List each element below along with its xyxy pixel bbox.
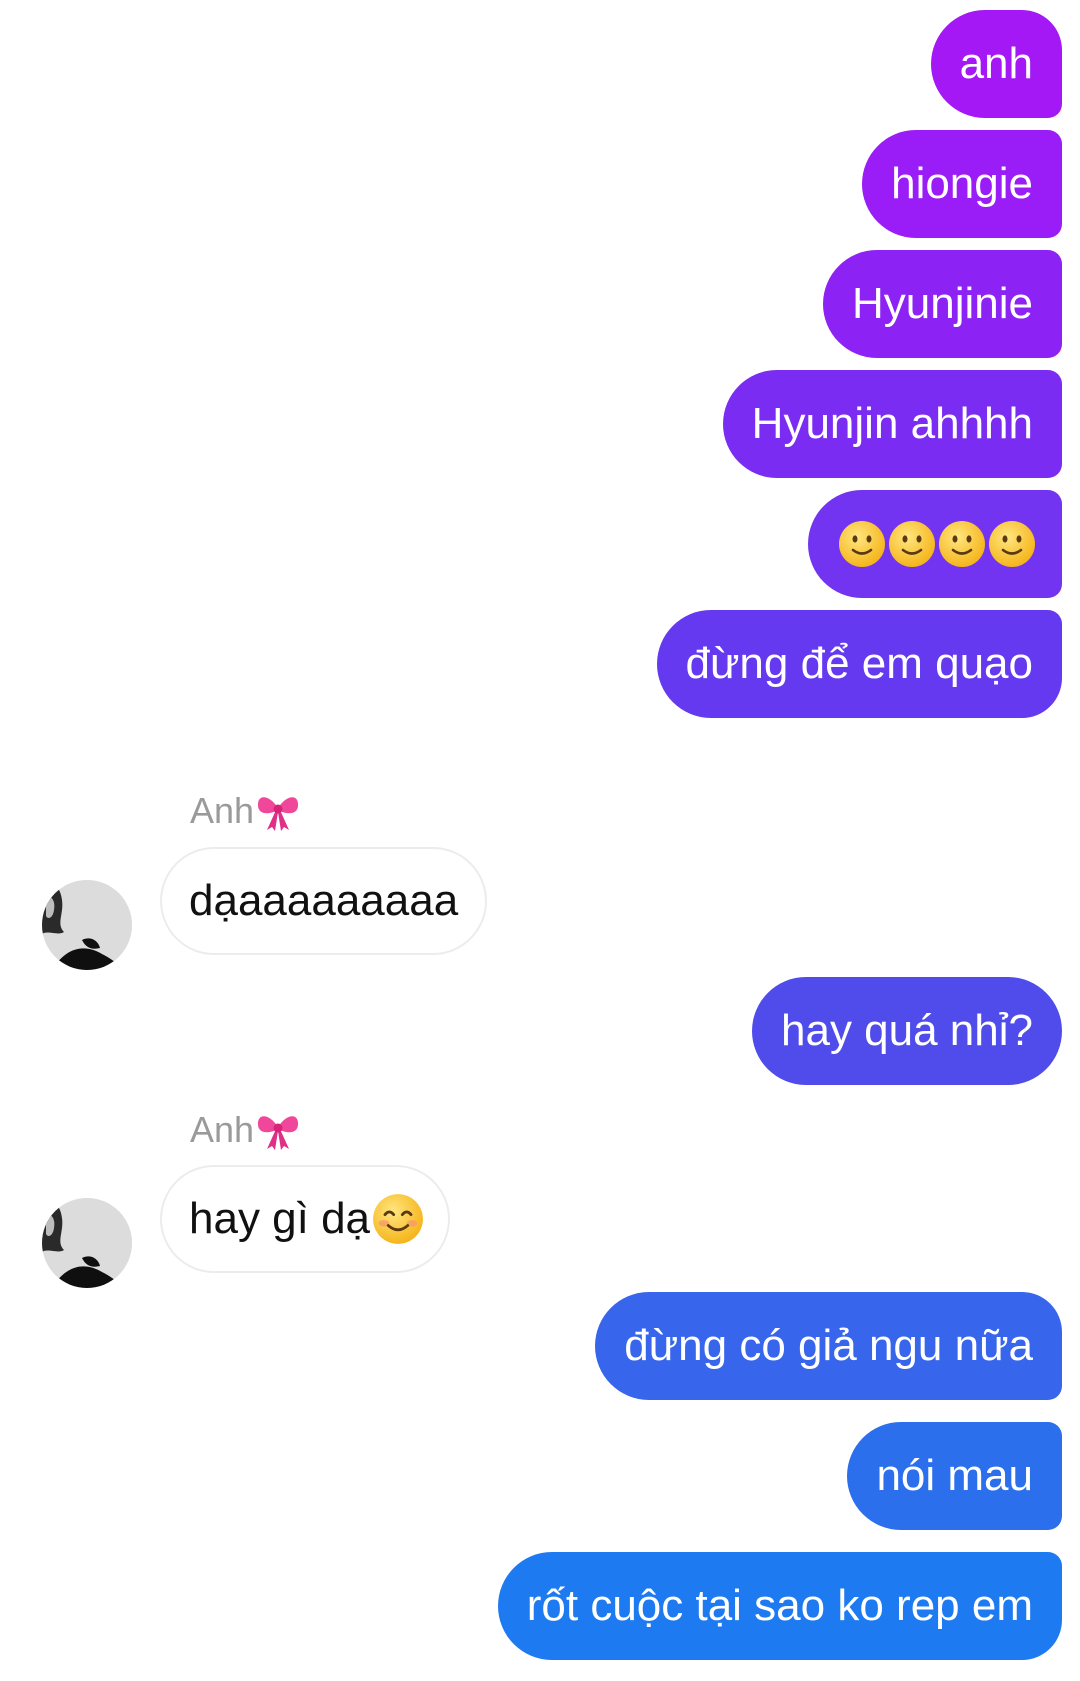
message-text: hiongie xyxy=(891,159,1033,208)
outgoing-message[interactable]: Hyunjinie xyxy=(823,250,1062,358)
slightly-smiling-face-icon xyxy=(939,521,985,567)
chat-thread: anh hiongie Hyunjinie Hyunjin ahhhh đừng… xyxy=(0,0,1080,1681)
slightly-smiling-face-icon xyxy=(889,521,935,567)
outgoing-message[interactable]: hiongie xyxy=(862,130,1062,238)
smiling-face-icon xyxy=(373,1194,423,1244)
avatar[interactable] xyxy=(42,880,132,970)
slightly-smiling-face-icon xyxy=(989,521,1035,567)
ribbon-icon xyxy=(258,797,299,831)
outgoing-message[interactable]: hay quá nhỉ? xyxy=(752,977,1062,1085)
avatar[interactable] xyxy=(42,1198,132,1288)
message-text: Hyunjinie xyxy=(852,279,1033,328)
sender-name-text: Anh xyxy=(190,790,255,831)
outgoing-message[interactable]: anh xyxy=(930,10,1062,118)
outgoing-message[interactable]: Hyunjin ahhhh xyxy=(722,370,1062,478)
emoji-row xyxy=(838,520,1036,568)
message-text: nói mau xyxy=(876,1451,1033,1500)
message-text: đừng có giả ngu nữa xyxy=(624,1321,1033,1370)
outgoing-message[interactable]: đừng có giả ngu nữa xyxy=(595,1292,1062,1400)
sender-name-text: Anh xyxy=(190,1109,255,1150)
slightly-smiling-face-icon xyxy=(839,521,885,567)
message-text: đừng để em quạo xyxy=(685,639,1034,688)
message-text: anh xyxy=(959,39,1033,88)
outgoing-message[interactable]: đừng để em quạo xyxy=(656,610,1062,718)
sender-name: Anh xyxy=(190,790,301,832)
message-text: Hyunjin ahhhh xyxy=(751,399,1033,448)
outgoing-message-emoji[interactable] xyxy=(808,490,1062,598)
message-text: dạaaaaaaaaa xyxy=(189,876,459,925)
outgoing-message[interactable]: nói mau xyxy=(847,1422,1062,1530)
message-text: rốt cuộc tại sao ko rep em xyxy=(526,1581,1033,1630)
message-text: hay gì dạ xyxy=(189,1194,371,1243)
ribbon-icon xyxy=(258,1116,299,1150)
sender-name: Anh xyxy=(190,1109,301,1151)
outgoing-message[interactable]: rốt cuộc tại sao ko rep em xyxy=(497,1552,1062,1660)
message-text: hay quá nhỉ? xyxy=(781,1006,1033,1055)
incoming-message[interactable]: dạaaaaaaaaa xyxy=(160,847,488,955)
incoming-message[interactable]: hay gì dạ xyxy=(160,1165,451,1273)
